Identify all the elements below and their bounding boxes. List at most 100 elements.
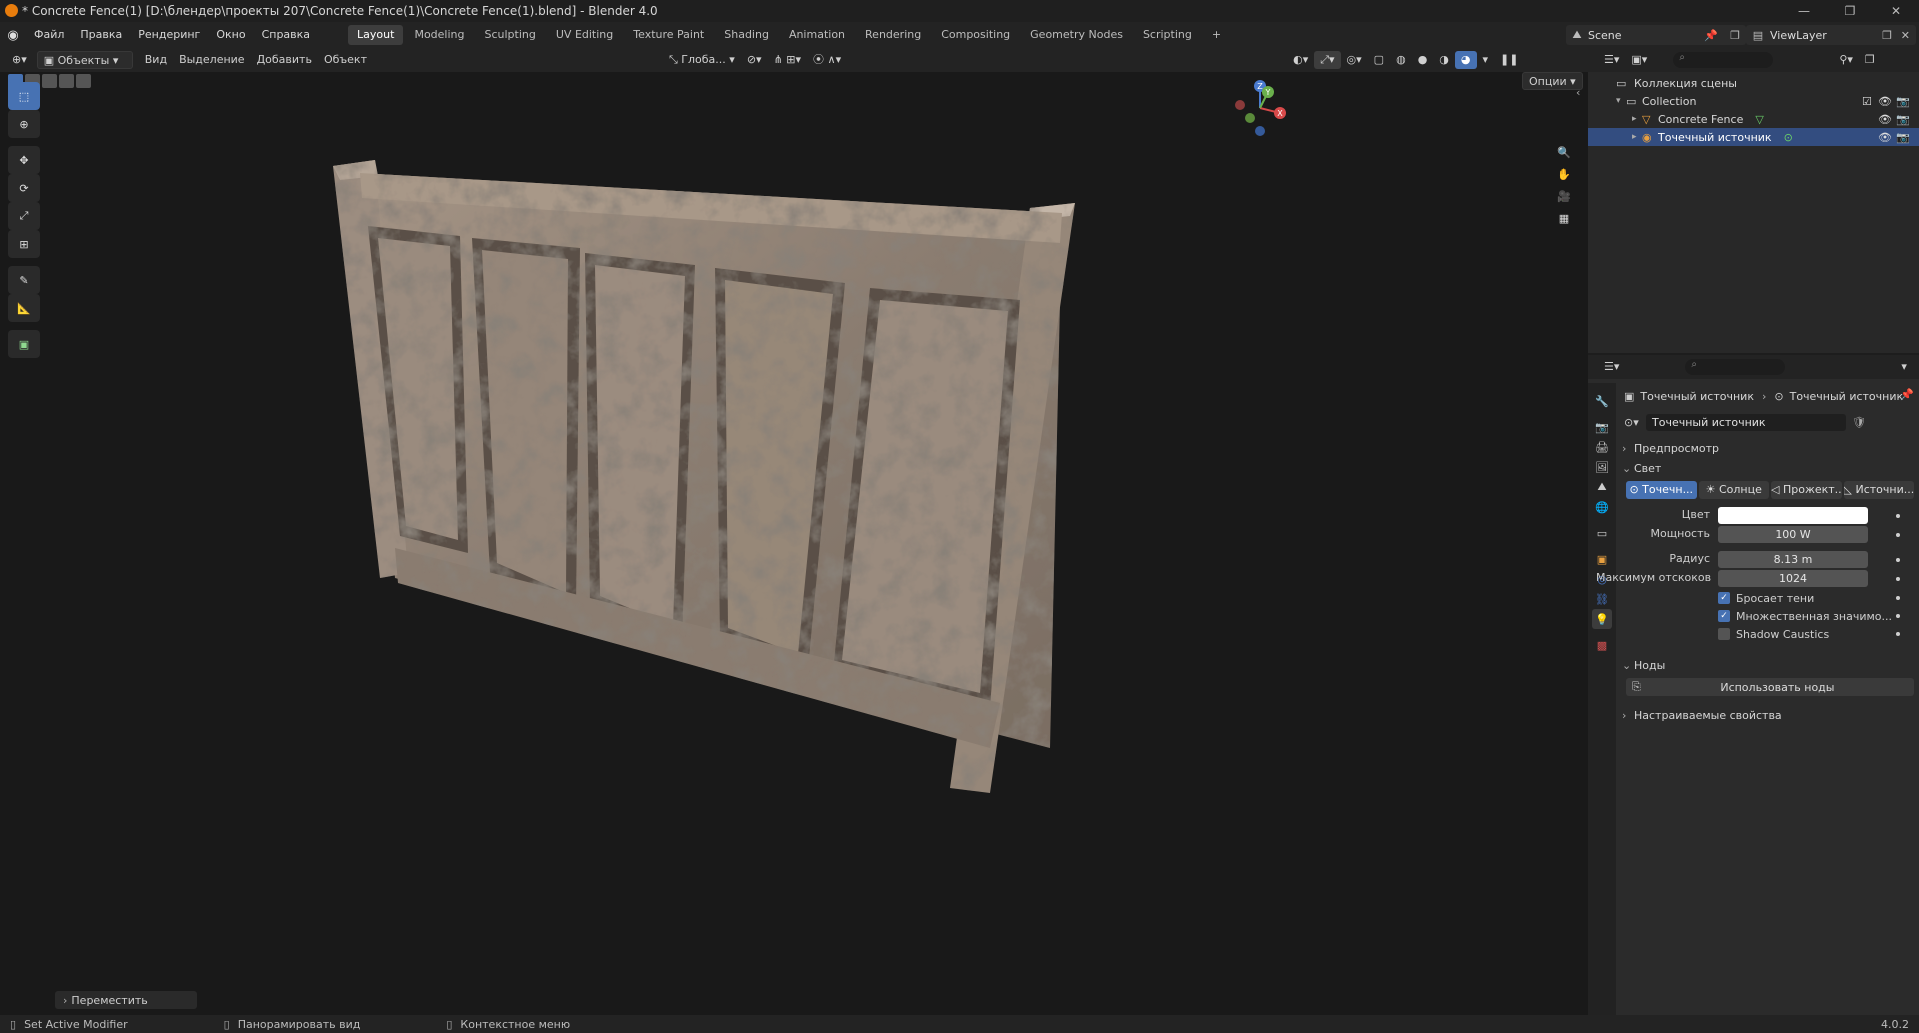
- max-bounces-field[interactable]: 1024: [1718, 570, 1868, 587]
- light-data-icon[interactable]: ⊙: [1784, 131, 1793, 144]
- outliner-search-input[interactable]: ⌕: [1673, 52, 1774, 68]
- tab-uv-editing[interactable]: UV Editing: [547, 25, 622, 45]
- animate-dot-icon[interactable]: [1896, 577, 1900, 581]
- display-mode-icon[interactable]: ▣▾: [1625, 51, 1653, 69]
- concrete-fence-object[interactable]: [0, 48, 1588, 1015]
- filter-icon[interactable]: ⚲▾: [1833, 51, 1859, 69]
- tab-sculpting[interactable]: Sculpting: [476, 25, 545, 45]
- object-tab-icon[interactable]: ▣: [1592, 549, 1612, 569]
- custom-properties-panel-header[interactable]: › Настраиваемые свойства: [1622, 705, 1912, 725]
- light-datablock-icon[interactable]: ⊙▾: [1624, 416, 1646, 429]
- tab-rendering[interactable]: Rendering: [856, 25, 930, 45]
- animate-dot-icon[interactable]: [1896, 558, 1900, 562]
- animate-dot-icon[interactable]: [1896, 632, 1900, 636]
- light-data-tab-icon[interactable]: 💡: [1592, 609, 1612, 629]
- tab-animation[interactable]: Animation: [780, 25, 854, 45]
- menu-edit[interactable]: Правка: [72, 22, 130, 48]
- remove-view-layer-icon[interactable]: ✕: [1901, 29, 1910, 42]
- last-operation-panel[interactable]: › Переместить: [55, 991, 197, 1009]
- add-workspace-button[interactable]: +: [1203, 25, 1230, 45]
- texture-tab-icon[interactable]: ▩: [1592, 635, 1612, 655]
- minimize-icon[interactable]: —: [1781, 0, 1827, 22]
- render-tab-icon[interactable]: 📷: [1592, 417, 1612, 437]
- restore-icon[interactable]: ❐: [1827, 0, 1873, 22]
- properties-options-icon[interactable]: ▾: [1895, 358, 1913, 376]
- render-camera-icon[interactable]: 📷: [1896, 113, 1910, 126]
- checkbox-unchecked-icon[interactable]: [1718, 628, 1730, 640]
- power-field[interactable]: 100 W: [1718, 526, 1868, 543]
- collapse-sidebar-icon[interactable]: ‹: [1576, 86, 1580, 99]
- color-swatch[interactable]: [1718, 507, 1868, 524]
- camera-view-icon[interactable]: 🎥: [1553, 185, 1575, 207]
- tab-scripting[interactable]: Scripting: [1134, 25, 1201, 45]
- expand-arrow-icon[interactable]: ▸: [1632, 114, 1642, 124]
- checkbox-checked-icon[interactable]: ✓: [1718, 592, 1730, 604]
- animate-dot-icon[interactable]: [1896, 533, 1900, 537]
- use-nodes-button[interactable]: ⎘ Использовать ноды: [1626, 678, 1914, 696]
- light-type-point[interactable]: ⊙ Точечн...: [1626, 481, 1697, 499]
- render-camera-icon[interactable]: 📷: [1896, 131, 1910, 144]
- new-collection-icon[interactable]: ❐: [1859, 51, 1881, 69]
- fake-user-shield-icon[interactable]: 🛡: [1852, 416, 1866, 429]
- menu-help[interactable]: Справка: [254, 22, 318, 48]
- light-datablock-name[interactable]: Точечный источник: [1646, 413, 1846, 431]
- outliner-item-point-light[interactable]: ▸ ◉ Точечный источник ⊙ 👁 📷: [1588, 128, 1919, 146]
- preview-panel-header[interactable]: › Предпросмотр: [1622, 438, 1912, 458]
- perspective-toggle-icon[interactable]: ▦: [1553, 207, 1575, 229]
- close-icon[interactable]: ✕: [1873, 0, 1919, 22]
- cast-shadow-checkbox[interactable]: ✓ Бросает тени: [1718, 589, 1814, 607]
- view-layer-selector[interactable]: ▤ ViewLayer ❐ ✕: [1746, 25, 1916, 45]
- tab-shading[interactable]: Shading: [715, 25, 778, 45]
- scene-tab-icon[interactable]: ⛰: [1592, 477, 1612, 497]
- tab-modeling[interactable]: Modeling: [405, 25, 473, 45]
- view-layer-tab-icon[interactable]: 🖼: [1592, 457, 1612, 477]
- properties-editor-type-icon[interactable]: ☰▾: [1598, 358, 1625, 376]
- checkbox-checked-icon[interactable]: ✓: [1718, 610, 1730, 622]
- outliner-editor-type-icon[interactable]: ☰▾: [1598, 51, 1625, 69]
- visibility-eye-icon[interactable]: 👁: [1878, 131, 1892, 144]
- light-panel-header[interactable]: ⌄ Свет: [1622, 458, 1912, 478]
- shadow-caustics-checkbox[interactable]: Shadow Caustics: [1718, 625, 1829, 643]
- navigation-gizmo[interactable]: Z X Y: [1230, 78, 1290, 140]
- animate-dot-icon[interactable]: [1896, 514, 1900, 518]
- menu-render[interactable]: Рендеринг: [130, 22, 208, 48]
- world-tab-icon[interactable]: 🌐: [1592, 497, 1612, 517]
- radius-field[interactable]: 8.13 m: [1718, 551, 1868, 568]
- tab-geometry-nodes[interactable]: Geometry Nodes: [1021, 25, 1132, 45]
- render-camera-icon[interactable]: 📷: [1896, 95, 1910, 108]
- light-type-spot[interactable]: ◁ Прожект...: [1771, 481, 1842, 499]
- menu-file[interactable]: Файл: [26, 22, 72, 48]
- exclude-checkbox-icon[interactable]: ☑: [1862, 95, 1872, 108]
- constraints-tab-icon[interactable]: ⛓: [1592, 589, 1612, 609]
- mesh-data-icon[interactable]: ▽: [1755, 113, 1763, 126]
- tool-tab-icon[interactable]: 🔧: [1592, 391, 1612, 411]
- expand-arrow-icon[interactable]: ▾: [1616, 96, 1626, 106]
- output-tab-icon[interactable]: 🖨: [1592, 437, 1612, 457]
- multiple-importance-checkbox[interactable]: ✓ Множественная значимо...: [1718, 607, 1892, 625]
- tab-compositing[interactable]: Compositing: [932, 25, 1019, 45]
- zoom-icon[interactable]: 🔍: [1553, 141, 1575, 163]
- properties-search-input[interactable]: ⌕: [1685, 359, 1786, 375]
- light-datablock-selector[interactable]: ⊙▾ Точечный источник 🛡: [1624, 413, 1914, 431]
- collection-tab-icon[interactable]: ▭: [1592, 523, 1612, 543]
- new-scene-icon[interactable]: ❐: [1730, 29, 1740, 42]
- blender-menu-icon[interactable]: ◉: [0, 28, 26, 43]
- animate-dot-icon[interactable]: [1896, 596, 1900, 600]
- 3d-viewport[interactable]: ⊕▾ ▣ Объекты ▾ Вид Выделение Добавить Об…: [0, 48, 1588, 1015]
- tab-layout[interactable]: Layout: [348, 25, 404, 45]
- scene-collection-row[interactable]: ▭ Коллекция сцены: [1588, 74, 1919, 92]
- expand-arrow-icon[interactable]: ▸: [1632, 132, 1642, 142]
- pin-icon[interactable]: 📌: [1900, 388, 1914, 401]
- light-type-area[interactable]: ◺ Источни...: [1843, 481, 1914, 499]
- light-type-sun[interactable]: ☀ Солнце: [1698, 481, 1769, 499]
- new-view-layer-icon[interactable]: ❐: [1882, 29, 1892, 42]
- tab-texture-paint[interactable]: Texture Paint: [624, 25, 713, 45]
- visibility-eye-icon[interactable]: 👁: [1878, 95, 1892, 108]
- animate-dot-icon[interactable]: [1896, 614, 1900, 618]
- menu-window[interactable]: Окно: [208, 22, 253, 48]
- pan-hand-icon[interactable]: ✋: [1553, 163, 1575, 185]
- pin-icon[interactable]: 📌: [1704, 29, 1718, 42]
- visibility-eye-icon[interactable]: 👁: [1878, 113, 1892, 126]
- outliner-item-concrete-fence[interactable]: ▸ ▽ Concrete Fence ▽ 👁 📷: [1588, 110, 1919, 128]
- nodes-panel-header[interactable]: ⌄ Ноды: [1622, 655, 1912, 675]
